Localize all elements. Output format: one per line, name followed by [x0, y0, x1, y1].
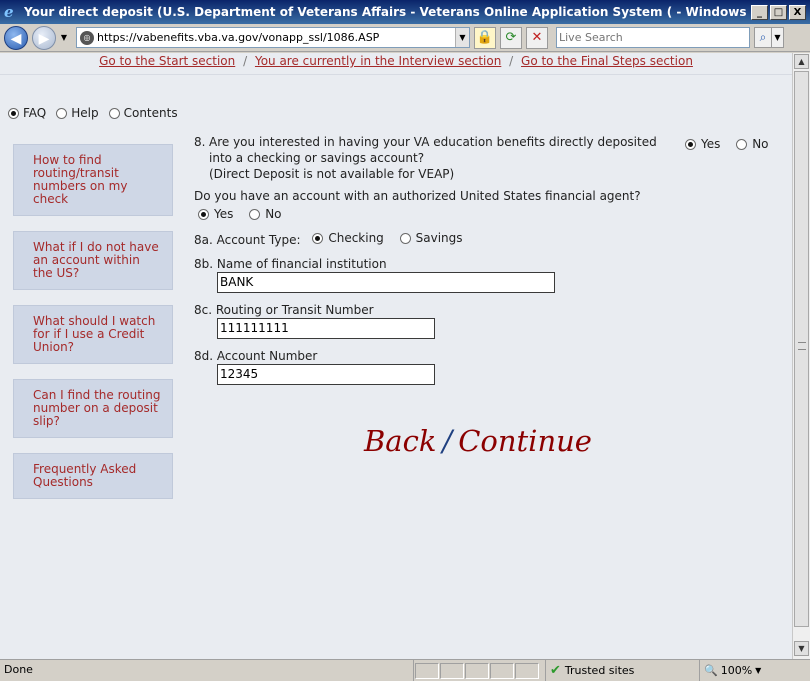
help-link-deposit-slip[interactable]: Can I find the routing number on a depos… [13, 379, 173, 438]
checking-option[interactable]: Checking [312, 230, 384, 246]
q8c-label: 8c. Routing or Transit Number [194, 303, 374, 317]
search-field[interactable] [556, 27, 750, 48]
forward-arrow-button[interactable]: ▶ [32, 25, 56, 50]
account-options: Yes No [198, 206, 294, 224]
q8d-label: 8d. Account Number [194, 349, 318, 363]
q8b-label: 8b. Name of financial institution [194, 257, 387, 271]
start-section-link[interactable]: Go to the Start section [99, 54, 235, 68]
continue-link[interactable]: Continue [458, 424, 592, 458]
scroll-down-icon[interactable]: ▼ [794, 641, 809, 656]
address-toolbar: ◀ ▶ ▼ ◎ ▼ 🔒 ⟳ ✕ ⌕ ▼ [0, 24, 810, 52]
q8-no-option[interactable]: No [736, 136, 769, 152]
q8-question: Are you interested in having your VA edu… [209, 135, 657, 181]
history-dropdown[interactable]: ▼ [58, 33, 70, 42]
ie-logo-icon: e [4, 3, 14, 21]
tab-faq[interactable]: FAQ [8, 106, 46, 120]
faq-radio[interactable] [8, 107, 19, 119]
page-content: Go to the Start section / You are curren… [0, 53, 792, 659]
refresh-icon[interactable]: ⟳ [500, 26, 522, 49]
search-icon[interactable]: ⌕ [754, 27, 772, 48]
section-navigation: Go to the Start section / You are curren… [0, 53, 792, 75]
page-navigation: Back / Continue [364, 424, 592, 458]
status-bar: Done ✔ Trusted sites 🔍 100% ▼ [0, 659, 810, 681]
zoom-control[interactable]: 🔍 100% ▼ [699, 660, 761, 681]
account-yes-radio[interactable] [198, 208, 209, 220]
q8-yes-radio[interactable] [685, 138, 696, 150]
zoom-icon: 🔍 [704, 664, 718, 677]
url-dropdown[interactable]: ▼ [455, 28, 469, 47]
minimize-button[interactable]: _ [751, 4, 768, 20]
close-button[interactable]: X [789, 4, 806, 20]
q8-yes-option[interactable]: Yes [685, 136, 720, 152]
window-title: Your direct deposit (U.S. Department of … [24, 5, 751, 19]
q8-number: 8. [194, 135, 206, 149]
security-zone[interactable]: ✔ Trusted sites [545, 660, 695, 681]
help-link-routing-numbers[interactable]: How to find routing/transit numbers on m… [13, 144, 173, 216]
tab-contents[interactable]: Contents [108, 106, 178, 120]
back-link[interactable]: Back [364, 424, 436, 458]
checkmark-icon: ✔ [550, 663, 561, 678]
help-link-no-us-account[interactable]: What if I do not have an account within … [13, 231, 173, 290]
interview-section-link[interactable]: You are currently in the Interview secti… [255, 54, 501, 68]
contents-radio[interactable] [108, 107, 120, 119]
address-field[interactable]: ◎ ▼ [76, 27, 470, 48]
side-panel-tabs: FAQ Help Contents [8, 106, 188, 120]
final-steps-section-link[interactable]: Go to the Final Steps section [521, 54, 693, 68]
scroll-up-icon[interactable]: ▲ [794, 54, 809, 69]
q8a-row: 8a. Account Type: Checking Savings [194, 230, 475, 248]
savings-option[interactable]: Savings [399, 230, 463, 246]
title-bar: e Your direct deposit (U.S. Department o… [0, 0, 810, 24]
institution-name-input[interactable]: BANK [217, 272, 555, 293]
q8a-label: 8a. Account Type: [194, 232, 301, 247]
scroll-thumb[interactable] [794, 71, 809, 627]
back-arrow-button[interactable]: ◀ [4, 25, 28, 50]
help-link-faq[interactable]: Frequently Asked Questions [13, 453, 173, 499]
account-number-input[interactable]: 12345 [217, 364, 435, 385]
stop-icon[interactable]: ✕ [526, 26, 548, 49]
savings-radio[interactable] [399, 232, 411, 244]
q8-options: Yes No [685, 136, 781, 154]
search-input[interactable] [557, 28, 749, 47]
account-no-radio[interactable] [249, 208, 261, 220]
routing-number-input[interactable]: 111111111 [217, 318, 435, 339]
checking-radio[interactable] [312, 232, 324, 244]
arrow-right-icon: ▶ [38, 30, 50, 47]
search-options-dropdown[interactable]: ▼ [772, 27, 784, 48]
help-radio[interactable] [56, 107, 68, 119]
tab-help[interactable]: Help [56, 106, 99, 120]
vertical-scrollbar[interactable]: ▲ ▼ [792, 53, 810, 659]
arrow-left-icon: ◀ [10, 30, 22, 47]
account-no-option[interactable]: No [249, 206, 282, 222]
help-link-credit-union[interactable]: What should I watch for if I use a Credi… [13, 305, 173, 364]
q8-no-radio[interactable] [736, 138, 748, 150]
account-yes-option[interactable]: Yes [198, 206, 233, 222]
zoom-dropdown-icon[interactable]: ▼ [755, 666, 761, 675]
account-question: Do you have an account with an authorize… [194, 189, 641, 203]
site-seal-icon: ◎ [80, 30, 94, 45]
lock-icon[interactable]: 🔒 [474, 26, 496, 49]
status-text: Done [0, 660, 414, 681]
url-input[interactable] [97, 31, 455, 44]
maximize-button[interactable]: □ [770, 4, 787, 20]
q8-note: (Direct Deposit is not available for VEA… [209, 167, 455, 181]
